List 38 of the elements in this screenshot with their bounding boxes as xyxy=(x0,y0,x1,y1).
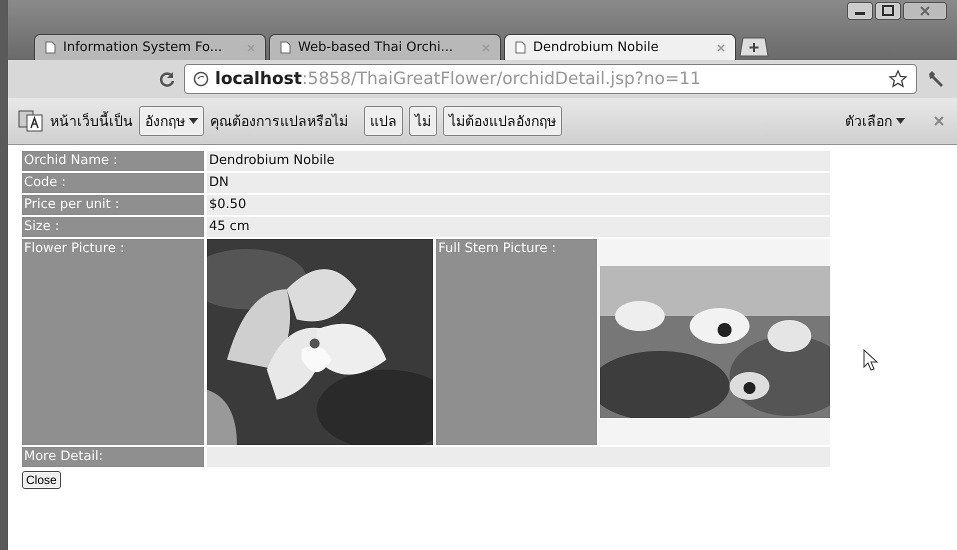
caret-icon xyxy=(189,118,198,124)
page-icon xyxy=(515,41,526,54)
close-icon[interactable] xyxy=(903,2,947,20)
field-label: More Detail: xyxy=(22,447,204,467)
field-value: Dendrobium Nobile xyxy=(207,151,830,171)
translate-button[interactable]: ไม่ต้องแปลอังกฤษ xyxy=(443,106,562,136)
close-button[interactable]: Close xyxy=(22,471,61,489)
translate-button[interactable]: แปล xyxy=(364,106,403,136)
caret-icon xyxy=(896,118,905,124)
translate-icon xyxy=(18,110,44,132)
field-value: DN xyxy=(207,173,830,193)
page-icon xyxy=(45,41,56,54)
page-icon xyxy=(280,41,291,54)
browser-tab[interactable]: Web-based Thai Orchi... xyxy=(269,34,501,60)
reload-icon[interactable] xyxy=(158,70,176,88)
url-text: localhost:5858/ThaiGreatFlower/orchidDetail.jsp?no=11 xyxy=(215,69,702,89)
browser-tab[interactable]: Information System Fo... xyxy=(34,34,266,60)
star-icon[interactable] xyxy=(888,69,908,89)
cursor-icon xyxy=(863,349,879,371)
field-value: $0.50 xyxy=(207,195,830,215)
field-label: Code : xyxy=(22,173,204,193)
translate-prompt: หน้าเว็บนี้เป็น xyxy=(50,110,133,132)
translate-question: คุณต้องการแปลหรือไม่ xyxy=(210,112,348,132)
field-label: Flower Picture : xyxy=(22,239,204,445)
field-label: Full Stem Picture : xyxy=(436,239,597,445)
field-label: Orchid Name : xyxy=(22,151,204,171)
language-dropdown[interactable]: อังกฤษ xyxy=(139,106,204,136)
new-tab-icon[interactable] xyxy=(739,37,769,57)
close-icon[interactable] xyxy=(933,115,945,127)
translate-button[interactable]: ไม่ xyxy=(409,106,437,136)
address-field[interactable]: localhost:5858/ThaiGreatFlower/orchidDetail.jsp?no=11 xyxy=(184,64,917,94)
field-value: 45 cm xyxy=(207,217,830,237)
options-menu[interactable]: ตัวเลือก xyxy=(839,109,911,133)
field-label: Price per unit : xyxy=(22,195,204,215)
maximize-icon[interactable] xyxy=(875,2,901,20)
browser-tab[interactable]: Dendrobium Nobile xyxy=(504,34,736,60)
field-label: Size : xyxy=(22,217,204,237)
minimize-icon[interactable] xyxy=(847,2,873,20)
